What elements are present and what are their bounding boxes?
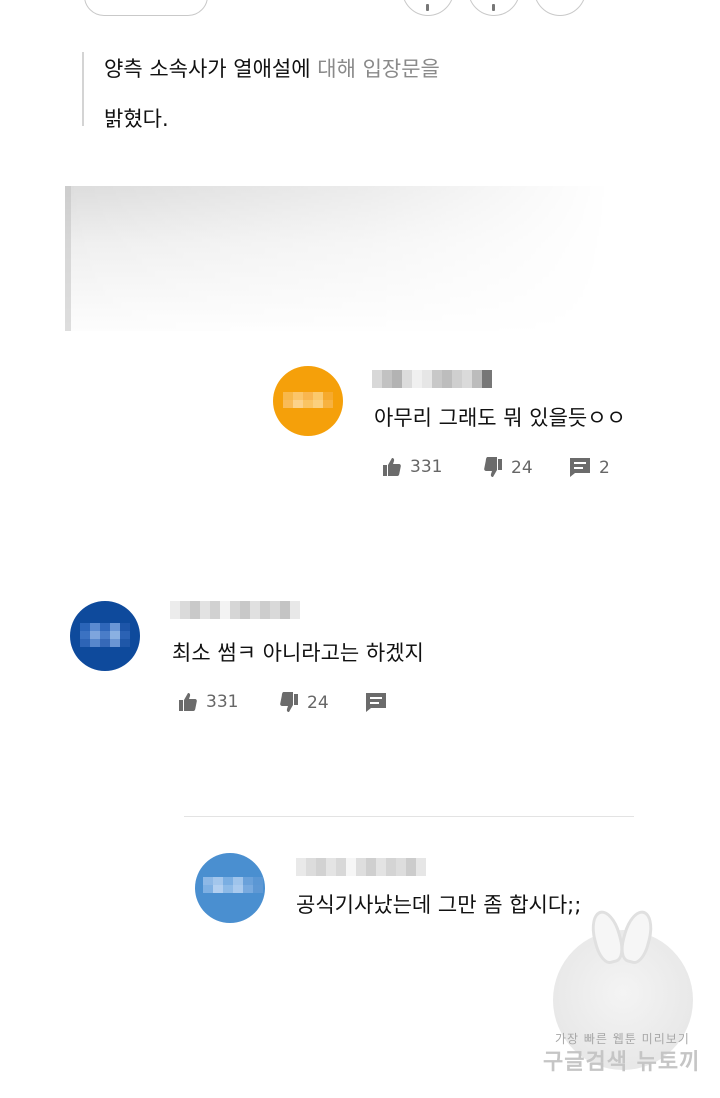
dislike-count: 24	[307, 693, 329, 713]
watermark-logo: 가장 빠른 웹툰 미리보기 구글검색 뉴토끼	[535, 907, 715, 1085]
username-blurred	[296, 858, 426, 876]
quote-text-muted: 대해 입장문을	[317, 57, 440, 81]
username-blurred	[372, 370, 492, 388]
quote-text: 양측 소속사가 열애설에	[104, 57, 311, 81]
thumbs-up-icon	[383, 458, 401, 476]
comment-icon	[570, 458, 590, 477]
comment-actions: 331 24 2	[382, 457, 642, 483]
top-toolbar	[0, 0, 720, 20]
pill-button[interactable]	[84, 0, 208, 16]
dislike-count: 24	[511, 458, 533, 478]
reply-button[interactable]: 2	[569, 457, 610, 478]
article-image	[65, 186, 610, 331]
like-button[interactable]: 331	[382, 457, 442, 477]
comment-actions: 331 24	[178, 692, 418, 718]
like-button[interactable]: 331	[178, 692, 238, 712]
action-button[interactable]	[468, 0, 520, 16]
dislike-button[interactable]: 24	[483, 457, 533, 479]
avatar[interactable]	[195, 853, 265, 923]
share-button[interactable]	[402, 0, 454, 16]
thumbs-up-icon	[179, 693, 197, 711]
dislike-button[interactable]: 24	[279, 692, 329, 714]
comment-icon	[366, 693, 386, 712]
article-quote: 양측 소속사가 열애설에 대해 입장문을 밝혔다.	[82, 52, 624, 131]
quote-text-line2: 밝혔다.	[104, 107, 169, 131]
avatar[interactable]	[273, 366, 343, 436]
reply-divider	[184, 816, 634, 817]
watermark-title: 구글검색 뉴토끼	[543, 1050, 701, 1075]
share-icon	[426, 4, 429, 11]
avatar[interactable]	[70, 601, 140, 671]
like-count: 331	[410, 457, 443, 477]
thumbs-down-icon	[484, 457, 502, 477]
comment-text: 아무리 그래도 뭐 있을듯ㅇㅇ	[374, 406, 626, 430]
reply-button[interactable]	[365, 692, 387, 713]
comment-text: 최소 썸ㅋ 아니라고는 하겠지	[172, 641, 424, 665]
username-blurred	[170, 601, 300, 619]
thumbs-down-icon	[280, 692, 298, 712]
reply-count: 2	[599, 457, 610, 478]
more-button[interactable]	[534, 0, 586, 16]
action-icon	[492, 4, 495, 11]
like-count: 331	[206, 692, 239, 712]
